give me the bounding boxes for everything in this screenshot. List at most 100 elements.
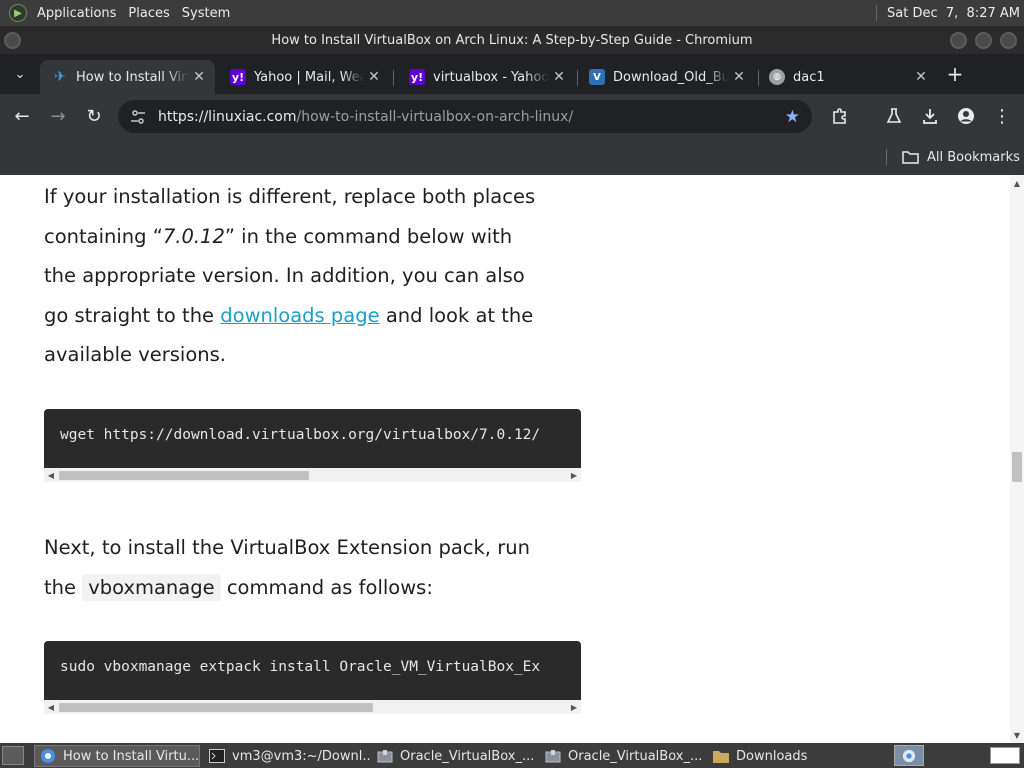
url-host: https://linuxiac.com <box>158 108 297 125</box>
taskbar-item-label: vm3@vm3:~/Downl... <box>232 748 370 764</box>
taskbar-item-terminal[interactable]: vm3@vm3:~/Downl... <box>204 745 370 767</box>
places-menu[interactable]: Places <box>122 0 175 26</box>
tab-dac1[interactable]: ◍ dac1 ✕ <box>757 60 937 94</box>
applications-menu[interactable]: Applications <box>31 0 122 26</box>
tab-yahoo-mail[interactable]: y! Yahoo | Mail, Weather ✕ <box>218 60 390 94</box>
tab-label: Yahoo | Mail, Weather <box>254 69 364 85</box>
tab-label: How to Install VirtualBox on Arch Linux <box>76 69 189 85</box>
inline-code: vboxmanage <box>82 573 221 601</box>
window-title: How to Install VirtualBox on Arch Linux:… <box>271 32 753 48</box>
page-scrollbar[interactable]: ▲ ▼ <box>1010 175 1024 743</box>
minimize-button[interactable] <box>950 32 967 49</box>
downloads-button[interactable] <box>916 102 944 130</box>
virtualbox-icon: V <box>589 69 605 85</box>
close-tab-icon[interactable]: ✕ <box>729 69 749 85</box>
url-path: /how-to-install-virtualbox-on-arch-linux… <box>296 108 574 125</box>
code-text[interactable]: sudo vboxmanage extpack install Oracle_V… <box>60 659 540 675</box>
all-bookmarks-label: All Bookmarks <box>927 149 1020 165</box>
tab-strip: ⌄ ✈ How to Install VirtualBox on Arch Li… <box>0 54 1024 94</box>
taskbar: How to Install Virtu... vm3@vm3:~/Downl.… <box>0 743 1024 768</box>
code-block-wget[interactable]: wget https://download.virtualbox.org/vir… <box>44 409 581 468</box>
show-desktop-button[interactable] <box>2 746 24 765</box>
back-button[interactable]: ← <box>8 102 36 130</box>
person-icon <box>958 108 974 124</box>
clock-text: Sat Dec 7, 8:27 AM <box>887 5 1020 21</box>
site-info-icon[interactable] <box>130 109 150 125</box>
profile-button[interactable] <box>952 102 980 130</box>
new-tab-button[interactable]: + <box>941 60 969 88</box>
download-icon <box>923 109 937 124</box>
tab-linuxiac[interactable]: ✈ How to Install VirtualBox on Arch Linu… <box>40 60 215 94</box>
reload-icon: ↻ <box>86 105 102 127</box>
scroll-right-icon[interactable]: ▶ <box>567 468 581 482</box>
page-content: If your installation is different, repla… <box>0 175 1010 743</box>
close-tab-icon[interactable]: ✕ <box>911 69 931 85</box>
scroll-left-icon[interactable]: ◀ <box>44 468 58 482</box>
reload-button[interactable]: ↻ <box>80 102 108 130</box>
chromium-icon <box>39 748 57 764</box>
paragraph-extension-pack: Next, to install the VirtualBox Extensio… <box>44 528 544 607</box>
close-window-button[interactable] <box>1000 32 1017 49</box>
paragraph-version-note: If your installation is different, repla… <box>44 177 544 375</box>
taskbar-item-archive[interactable]: Oracle_VirtualBox_... <box>372 745 538 767</box>
window-menu-button[interactable] <box>4 32 21 49</box>
chevron-down-icon: ⌄ <box>14 66 26 82</box>
puzzle-icon <box>833 108 846 124</box>
arrow-right-icon: → <box>50 105 66 127</box>
plus-icon: + <box>946 62 964 86</box>
folder-icon <box>902 151 919 164</box>
scrollbar-thumb[interactable] <box>59 471 309 480</box>
code-block-scrollbar[interactable]: ◀ ▶ <box>44 468 581 482</box>
scrollbar-thumb[interactable] <box>1012 452 1022 482</box>
scrollbar-thumb[interactable] <box>59 703 373 712</box>
archive-icon <box>544 748 562 764</box>
all-bookmarks-button[interactable]: All Bookmarks <box>902 139 1020 175</box>
close-tab-icon[interactable]: ✕ <box>364 69 384 85</box>
tab-search-button[interactable]: ⌄ <box>6 60 34 88</box>
labs-button[interactable] <box>880 102 908 130</box>
tab-download-old-builds[interactable]: V Download_Old_Builds ✕ <box>577 60 755 94</box>
archive-icon <box>376 748 394 764</box>
code-block-scrollbar[interactable]: ◀ ▶ <box>44 700 581 714</box>
globe-icon: ◍ <box>769 69 785 85</box>
window-title-bar[interactable]: How to Install VirtualBox on Arch Linux:… <box>0 26 1024 54</box>
close-tab-icon[interactable]: ✕ <box>189 69 209 85</box>
bookmarks-bar: All Bookmarks <box>0 139 1024 175</box>
extensions-button[interactable] <box>826 102 854 130</box>
workspace-switcher[interactable] <box>990 747 1020 764</box>
version-text: 7.0.12 <box>162 224 225 248</box>
panel-divider <box>876 5 878 21</box>
code-block-vboxmanage[interactable]: sudo vboxmanage extpack install Oracle_V… <box>44 641 581 700</box>
paragraph-text: command as follows: <box>220 575 433 599</box>
scroll-down-icon[interactable]: ▼ <box>1010 729 1024 741</box>
scroll-right-icon[interactable]: ▶ <box>567 700 581 714</box>
clock[interactable]: Sat Dec 7, 8:27 AM <box>876 0 1020 26</box>
taskbar-item-label: Downloads <box>736 748 808 764</box>
flask-icon <box>886 108 902 123</box>
menu-button[interactable]: ⋮ <box>988 102 1016 130</box>
yahoo-icon: y! <box>230 69 246 85</box>
taskbar-item-chromium[interactable]: How to Install Virtu... <box>34 745 200 767</box>
address-bar[interactable]: https://linuxiac.com/how-to-install-virt… <box>118 100 812 133</box>
downloads-page-link[interactable]: downloads page <box>220 304 379 327</box>
bookmark-star-icon[interactable]: ★ <box>785 107 800 127</box>
tab-yahoo-search[interactable]: y! virtualbox - Yahoo Search ✕ <box>397 60 575 94</box>
system-menu[interactable]: System <box>176 0 236 26</box>
scroll-left-icon[interactable]: ◀ <box>44 700 58 714</box>
kebab-menu-icon: ⋮ <box>993 105 1011 127</box>
taskbar-item-label: Oracle_VirtualBox_... <box>400 748 535 764</box>
scroll-up-icon[interactable]: ▲ <box>1010 177 1024 189</box>
tab-divider <box>393 70 394 86</box>
taskbar-item-label: Oracle_VirtualBox_... <box>568 748 703 764</box>
linuxiac-icon: ✈ <box>54 69 66 85</box>
forward-button[interactable]: → <box>44 102 72 130</box>
maximize-button[interactable] <box>975 32 992 49</box>
close-tab-icon[interactable]: ✕ <box>549 69 569 85</box>
taskbar-item-downloads[interactable]: Downloads <box>708 745 874 767</box>
taskbar-item-archive[interactable]: Oracle_VirtualBox_... <box>540 745 706 767</box>
tray-chromium-icon[interactable] <box>894 745 924 766</box>
code-text[interactable]: wget https://download.virtualbox.org/vir… <box>60 427 540 443</box>
tab-label: virtualbox - Yahoo Search <box>433 69 549 85</box>
distro-logo-icon[interactable]: ▶ <box>9 4 27 22</box>
bookmarks-divider <box>886 149 887 165</box>
